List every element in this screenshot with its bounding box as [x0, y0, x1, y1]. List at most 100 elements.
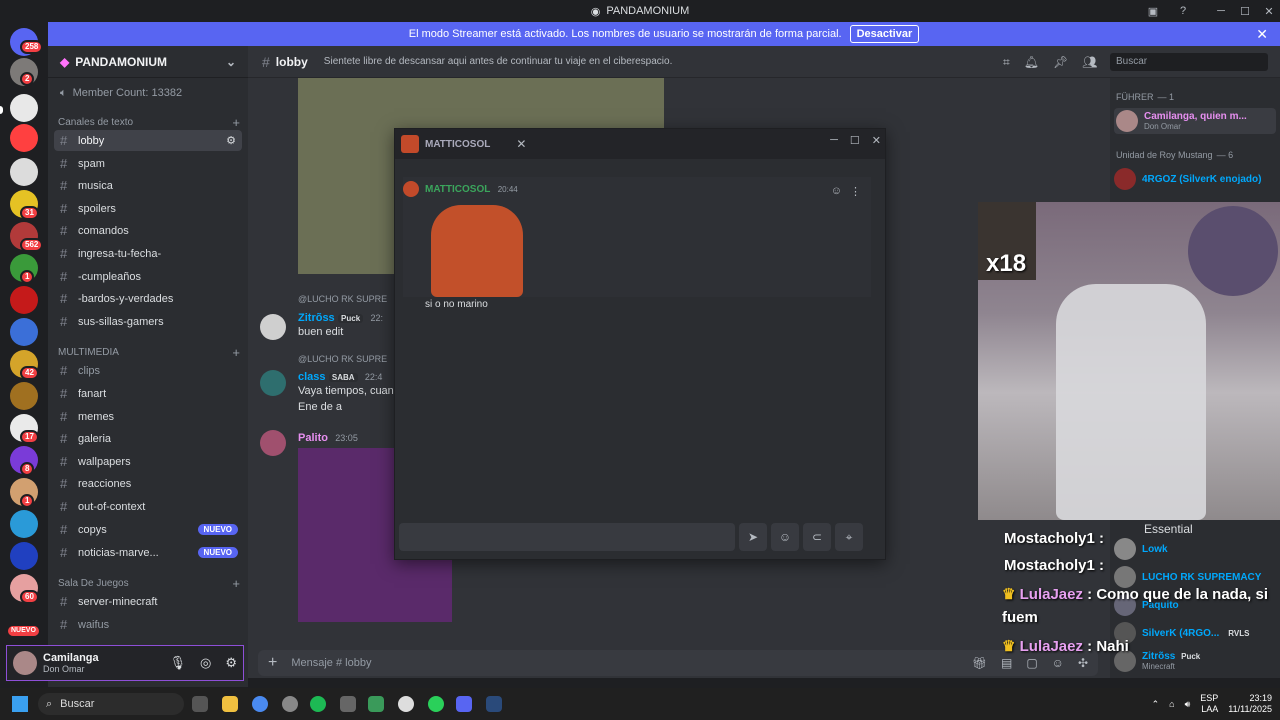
channel-clips[interactable]: # clips — [54, 360, 242, 381]
channel-waifus[interactable]: # waifus — [54, 614, 242, 635]
gift-icon[interactable]: 🎁︎ — [972, 656, 987, 670]
member-item[interactable]: Camilanga, quien m... Don Omar — [1114, 108, 1276, 134]
avatar[interactable] — [260, 430, 286, 456]
category-media[interactable]: MULTIMEDIA + — [58, 345, 240, 360]
reply-preview[interactable]: @LUCHO RK SUPRE — [298, 294, 387, 304]
channel-fecha[interactable]: # ingresa-tu-fecha- — [54, 243, 242, 264]
file-explorer-icon[interactable] — [222, 696, 238, 712]
send-icon[interactable]: ➤ — [739, 523, 767, 551]
emoji-icon[interactable]: ☺ — [771, 523, 799, 551]
message-author[interactable]: MATTICOSOL — [425, 184, 490, 195]
close-button[interactable]: ✕ — [1256, 0, 1280, 22]
microphone-icon[interactable]: 🎙︎ — [169, 655, 186, 671]
channel-fanart[interactable]: # fanart — [54, 383, 242, 404]
minimize-button[interactable]: ─ — [1208, 0, 1234, 22]
app-icon[interactable] — [282, 696, 298, 712]
windows-start-icon[interactable] — [12, 696, 28, 712]
help-icon[interactable]: ? — [1170, 0, 1196, 22]
minimize-button[interactable]: ─ — [830, 134, 838, 146]
server-icon[interactable] — [10, 94, 38, 122]
category-text[interactable]: Canales de texto + — [58, 115, 240, 130]
channel-server-minecraft[interactable]: # server-minecraft — [54, 591, 242, 612]
attachment-icon[interactable]: ⊂ — [803, 523, 831, 551]
gif-icon[interactable]: ▤ — [1001, 656, 1012, 670]
server-icon[interactable] — [10, 510, 38, 538]
channel-spoilers[interactable]: # spoilers — [54, 198, 242, 219]
server-icon[interactable] — [10, 124, 38, 152]
add-channel-icon[interactable]: + — [232, 345, 240, 360]
popout-titlebar[interactable]: MATTICOSOL ✕ — [395, 129, 885, 159]
add-channel-icon[interactable]: + — [232, 576, 240, 591]
category-games[interactable]: Sala De Juegos + — [58, 576, 240, 591]
avatar[interactable] — [13, 651, 37, 675]
channel-topic[interactable]: Sientete libre de descansar aqui antes d… — [324, 56, 673, 67]
message-author[interactable]: class — [298, 371, 326, 383]
reply-preview[interactable]: @LUCHO RK SUPRE — [298, 354, 387, 364]
channel-copys[interactable]: # copys NUEVO — [54, 519, 242, 540]
channel-memes[interactable]: # memes — [54, 406, 242, 427]
close-button[interactable]: ✕ — [872, 134, 881, 147]
popout-message-input[interactable] — [399, 523, 735, 551]
server-icon[interactable] — [10, 542, 38, 570]
message-composer[interactable]: + Mensaje # lobby 🎁︎ ▤ ▢ ☺ ✣ — [258, 650, 1098, 676]
search-input[interactable]: Buscar — [1110, 53, 1268, 71]
server-icon[interactable] — [10, 318, 38, 346]
close-banner-icon[interactable]: ✕ — [1256, 26, 1268, 43]
message-author[interactable]: Palito — [298, 432, 328, 444]
channel-settings-icon[interactable]: ⚙ — [226, 134, 236, 147]
channel-lobby[interactable]: # lobby ⚙ — [54, 130, 242, 151]
message-input-placeholder[interactable]: Mensaje # lobby — [291, 657, 371, 669]
channel-spam[interactable]: # spam — [54, 153, 242, 174]
volume-icon[interactable]: 🔊︎ — [1185, 699, 1191, 710]
chevron-up-icon[interactable]: ⌃ — [1152, 699, 1160, 710]
user-panel[interactable]: Camilanga Don Omar 🎙︎ ◎ ⚙ — [6, 645, 244, 681]
member-item[interactable]: 4RGOZ (SilverK enojado) — [1114, 168, 1276, 190]
app-icon[interactable] — [428, 696, 444, 712]
chevron-down-icon[interactable]: ⌄ — [226, 55, 236, 69]
members-icon[interactable]: 👥︎ — [1082, 55, 1097, 69]
pandamonium-server-icon[interactable] — [10, 158, 38, 186]
channel-reacciones[interactable]: # reacciones — [54, 473, 242, 494]
server-icon[interactable] — [10, 286, 38, 314]
maximize-button[interactable]: ☐ — [1232, 0, 1258, 22]
close-tab-icon[interactable]: ✕ — [516, 137, 526, 151]
channel-out-of-context[interactable]: # out-of-context — [54, 496, 242, 517]
channel-galeria[interactable]: # galeria — [54, 428, 242, 449]
maximize-button[interactable]: ☐ — [850, 134, 860, 147]
avatar[interactable] — [260, 314, 286, 340]
channel-bardos[interactable]: # -bardos-y-verdades — [54, 288, 242, 309]
disable-streamer-button[interactable]: Desactivar — [849, 25, 920, 43]
discord-icon[interactable] — [456, 696, 472, 712]
app-icon[interactable] — [368, 696, 384, 712]
member-item[interactable]: Lowk — [1114, 538, 1276, 560]
headphones-icon[interactable]: ◎ — [200, 655, 211, 671]
inbox-icon[interactable]: ▣ — [1140, 0, 1166, 22]
sticker-icon[interactable]: ▢ — [1026, 656, 1037, 670]
add-channel-icon[interactable]: + — [232, 115, 240, 130]
bell-icon[interactable]: 🔔︎ — [1024, 55, 1039, 69]
message-author[interactable]: Zitrõss — [298, 312, 335, 324]
server-icon[interactable] — [10, 382, 38, 410]
spotify-icon[interactable] — [310, 696, 326, 712]
more-icon[interactable]: ⋮ — [850, 185, 861, 198]
channel-wallpapers[interactable]: # wallpapers — [54, 451, 242, 472]
chrome-icon[interactable] — [252, 696, 268, 712]
member-item[interactable]: Zitrõss Puck Minecraft — [1114, 650, 1276, 672]
taskview-icon[interactable] — [192, 696, 208, 712]
emoji-icon[interactable]: ☺ — [1052, 656, 1064, 670]
channel-noticias[interactable]: # noticias-marve... NUEVO — [54, 542, 242, 563]
app-icon[interactable] — [340, 696, 356, 712]
avatar[interactable] — [403, 181, 419, 197]
app-icon[interactable] — [398, 696, 414, 712]
threads-icon[interactable]: ⌗ — [1003, 55, 1010, 70]
apps-icon[interactable]: ✣ — [1078, 656, 1088, 670]
location-icon[interactable]: ⌖ — [835, 523, 863, 551]
steam-icon[interactable] — [486, 696, 502, 712]
member-count-channel[interactable]: 🔈︎ Member Count: 13382 — [48, 78, 248, 108]
language-indicator[interactable]: ESP LAA — [1200, 693, 1218, 715]
emoji-icon[interactable]: ☺ — [831, 185, 842, 198]
channel-sillas[interactable]: # sus-sillas-gamers — [54, 311, 242, 332]
fox-sticker-image[interactable] — [431, 205, 523, 297]
avatar[interactable] — [260, 370, 286, 396]
taskbar-search[interactable]: ⌕ Buscar — [38, 693, 184, 715]
